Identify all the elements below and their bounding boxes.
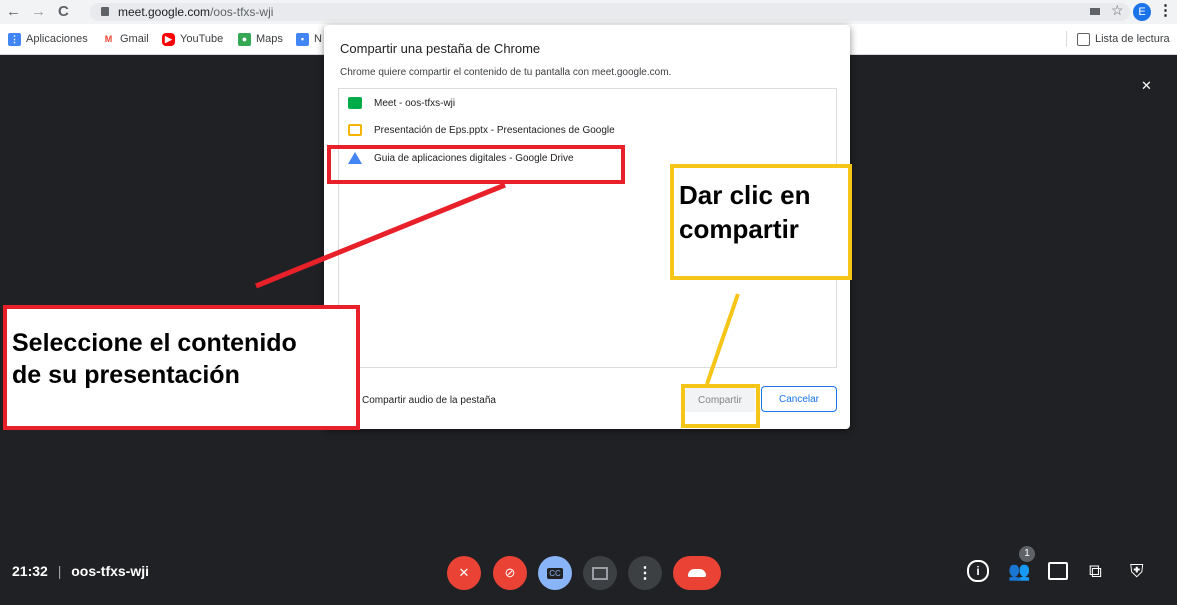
camera-off-icon: ⊘ [504,565,516,580]
meeting-details-icon[interactable]: i [967,560,989,582]
chat-icon[interactable] [1048,562,1068,580]
camera-toggle-button[interactable]: ⊘ [493,556,527,590]
hangup-phone-icon [688,569,706,577]
present-button[interactable] [583,556,617,590]
people-icon[interactable]: 👥 [1008,561,1030,582]
more-options-button[interactable]: ⋮ [628,556,662,590]
select-text-line2: de su presentación [12,361,240,389]
host-controls-icon[interactable]: ⛨ [1130,561,1144,582]
mic-toggle-button[interactable]: ✕ [447,556,481,590]
meeting-info: 21:32 | oos-tfxs-wji [12,563,149,579]
yellow-arrow-line [705,293,740,385]
activities-icon[interactable]: ⧉ [1089,561,1102,582]
leave-call-button[interactable] [673,556,721,590]
meeting-time: 21:32 [12,563,48,579]
meeting-code: oos-tfxs-wji [71,563,150,579]
annotation-lines [255,182,740,385]
click-text-line2: compartir [679,214,799,244]
meeting-separator: | [57,563,62,579]
click-text-line1: Dar clic en [679,180,811,210]
mic-off-icon: ✕ [458,565,470,580]
click-instruction-text: Dar clic en compartir [679,178,811,246]
highlight-share-button [681,384,760,428]
select-text-line1: Seleccione el contenido [12,329,297,357]
select-instruction-text: Seleccione el contenido de su presentaci… [12,327,297,391]
participants-badge: 1 [1019,546,1035,562]
more-vert-icon: ⋮ [637,565,653,582]
red-arrow-line [255,182,506,289]
captions-button[interactable]: CC [538,556,572,590]
captions-icon: CC [547,567,563,579]
present-screen-icon [592,566,608,580]
